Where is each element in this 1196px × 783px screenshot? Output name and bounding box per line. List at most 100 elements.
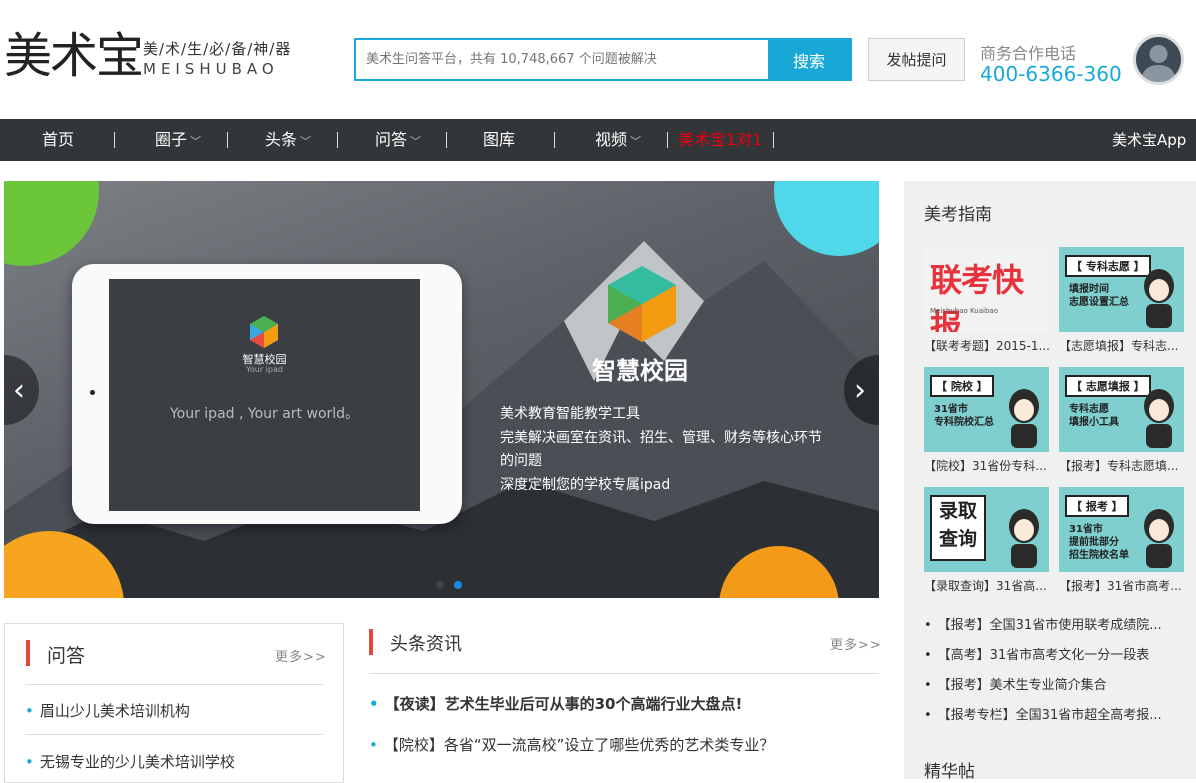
news-item-text: 【院校】各省“双一流高校”设立了哪些优秀的艺术类专业？	[383, 736, 775, 754]
guide-card-image[interactable]: 【 志愿填报 】 专科志愿 填报小工具	[1059, 367, 1184, 452]
search-button[interactable]: 搜索	[768, 40, 850, 79]
news-item-text: 【夜读】艺术生毕业后可从事的30个高端行业大盘点!	[384, 695, 743, 713]
qa-item[interactable]: • 无锡专业的少儿美术培训学校	[25, 751, 235, 772]
guide-card-image[interactable]: 【 专科志愿 】 填报时间 志愿设置汇总	[1059, 247, 1184, 332]
guide-card-caption[interactable]: 【院校】31省份专科...	[924, 457, 1049, 474]
card-sub: 填报时间 志愿设置汇总	[1069, 284, 1129, 308]
banner-line: 深度定制您的学校专属ipad	[500, 476, 671, 493]
smart-campus-logo-icon	[608, 266, 676, 342]
guide-list-text: 【报考专栏】全国31省市超全高考报...	[937, 708, 1162, 723]
nav-divider	[773, 132, 774, 148]
guide-card-image[interactable]: 录取 查询	[924, 487, 1049, 572]
card-sub: 31省市 专科院校汇总	[934, 404, 994, 428]
chevron-left-icon: ‹	[13, 372, 25, 408]
logo[interactable]: 美术宝	[4, 26, 144, 86]
divider	[25, 734, 323, 735]
guide-list-item[interactable]: • 【报考专栏】全国31省市超全高考报...	[924, 704, 1184, 723]
qa-item[interactable]: • 眉山少儿美术培训机构	[25, 700, 190, 721]
nav-circle-label: 圈子	[155, 130, 188, 149]
guide-card-image[interactable]: 【 院校 】 31省市 专科院校汇总	[924, 367, 1049, 452]
chevron-down-icon: ﹀	[410, 135, 422, 148]
bullet-icon: •	[924, 648, 932, 663]
news-more-link[interactable]: 更多>>	[830, 634, 882, 653]
post-question-button[interactable]: 发帖提问	[868, 38, 965, 81]
qa-section: 问答 更多>> • 眉山少儿美术培训机构 • 无锡专业的少儿美术培训学校	[4, 623, 344, 783]
guide-card-image[interactable]: 【 报考 】 31省市 提前批部分 招生院校名单	[1059, 487, 1184, 572]
guide-list-text: 【报考】全国31省市使用联考成绩院...	[937, 618, 1162, 633]
logo-pinyin: MEISHUBAO	[143, 60, 279, 78]
guide-list-item[interactable]: • 【报考】全国31省市使用联考成绩院...	[924, 614, 1184, 633]
avatar[interactable]	[1133, 34, 1184, 85]
nav-circle[interactable]: 圈子 ﹀	[155, 119, 201, 161]
logo-tagline: 美/术/生/必/备/神/器	[143, 40, 292, 58]
nav-one-on-one[interactable]: 美术宝1对1	[678, 119, 762, 161]
card-sub: 专科志愿 填报小工具	[1069, 404, 1119, 428]
news-title: 头条资讯	[390, 634, 462, 655]
card-label: 联考快报	[930, 261, 1024, 332]
banner-description: 美术教育智能教学工具 完美解决画室在资讯、招生、管理、财务等核心环节的问题 深度…	[500, 403, 830, 497]
bullet-icon: •	[25, 753, 34, 771]
carousel-dot[interactable]	[436, 581, 444, 589]
nav-qa[interactable]: 问答 ﹀	[375, 119, 421, 161]
card-label: 【 志愿填报 】	[1065, 375, 1151, 397]
card-label: 【 院校 】	[930, 375, 994, 397]
nav-divider	[667, 132, 668, 148]
news-item[interactable]: • 【夜读】艺术生毕业后可从事的30个高端行业大盘点!	[369, 693, 742, 714]
divider	[369, 673, 879, 674]
card-sub: 31省市 提前批部分 招生院校名单	[1069, 524, 1129, 561]
qa-more-link[interactable]: 更多>>	[275, 646, 327, 665]
guide-card-caption[interactable]: 【录取查询】31省高...	[924, 577, 1049, 594]
business-label: 商务合作电话	[980, 44, 1077, 63]
nav-home[interactable]: 首页	[42, 119, 74, 161]
guide-list-item[interactable]: • 【报考】美术生专业简介集合	[924, 674, 1184, 693]
ipad-screen: 智慧校园 Your ipad Your ipad , Your art worl…	[109, 279, 420, 511]
cartoon-girl-icon	[1144, 509, 1174, 568]
nav-divider	[114, 132, 115, 148]
guide-card-caption[interactable]: 【报考】专科志愿填...	[1059, 457, 1184, 474]
nav-divider	[337, 132, 338, 148]
qa-item-text: 眉山少儿美术培训机构	[39, 702, 190, 720]
nav-divider	[446, 132, 447, 148]
section-marker	[26, 640, 30, 666]
header: 美术宝 美/术/生/必/备/神/器 MEISHUBAO 搜索 发帖提问 商务合作…	[0, 0, 1196, 119]
nav-headlines[interactable]: 头条 ﹀	[265, 119, 311, 161]
nav-video[interactable]: 视频 ﹀	[595, 119, 641, 161]
card-sub: Meishubao Kuaibao	[930, 307, 998, 315]
guide-card-image[interactable]: 联考快报 Meishubao Kuaibao	[924, 247, 1049, 332]
divider	[25, 684, 323, 685]
main-nav: 首页 圈子 ﹀ 头条 ﹀ 问答 ﹀ 图库 视频 ﹀ 美术宝1对1 美术宝App	[0, 119, 1196, 161]
nav-headlines-label: 头条	[265, 130, 298, 149]
guide-list-item[interactable]: • 【高考】31省市高考文化一分一段表	[924, 644, 1184, 663]
bullet-icon: •	[924, 618, 932, 633]
nav-app-link[interactable]: 美术宝App	[1112, 119, 1186, 161]
user-icon	[1141, 45, 1176, 82]
guide-card-caption[interactable]: 【联考考题】2015-1...	[924, 337, 1049, 354]
news-item[interactable]: • 【院校】各省“双一流高校”设立了哪些优秀的艺术类专业？	[369, 734, 774, 755]
card-label: 【 专科志愿 】	[1065, 255, 1151, 277]
cartoon-girl-icon	[1144, 389, 1174, 448]
guide-card-caption[interactable]: 【志愿填报】专科志...	[1059, 337, 1184, 354]
guide-list-text: 【高考】31省市高考文化一分一段表	[937, 648, 1150, 663]
chevron-down-icon: ﹀	[630, 135, 642, 148]
cartoon-girl-icon	[1009, 509, 1039, 568]
carousel-dot-active[interactable]	[454, 581, 462, 589]
hero-banner[interactable]: 智慧校园 Your ipad Your ipad , Your art worl…	[4, 181, 879, 598]
search-input[interactable]	[356, 40, 768, 79]
guide-card-caption[interactable]: 【报考】31省市高考...	[1059, 577, 1184, 594]
nav-gallery[interactable]: 图库	[483, 119, 515, 161]
business-phone: 400-6366-360	[980, 62, 1122, 86]
chevron-down-icon: ﹀	[300, 135, 312, 148]
bullet-icon: •	[924, 708, 932, 723]
qa-item-text: 无锡专业的少儿美术培训学校	[39, 753, 235, 771]
sidebar-title: 美考指南	[924, 205, 992, 225]
banner-line: 美术教育智能教学工具	[500, 406, 640, 422]
ipad-image: 智慧校园 Your ipad Your ipad , Your art worl…	[72, 264, 462, 524]
section-marker	[369, 629, 373, 655]
bullet-icon: •	[369, 695, 379, 713]
nav-qa-label: 问答	[375, 130, 408, 149]
bullet-icon: •	[25, 702, 34, 720]
guide-sidebar: 美考指南 联考快报 Meishubao Kuaibao 【联考考题】2015-1…	[904, 181, 1196, 782]
search-box: 搜索	[354, 38, 852, 81]
card-label: 【 报考 】	[1065, 495, 1129, 517]
qa-title: 问答	[47, 645, 86, 667]
